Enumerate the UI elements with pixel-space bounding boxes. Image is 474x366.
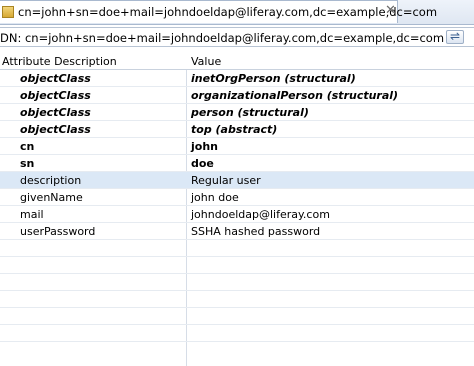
empty-row (0, 274, 474, 291)
edit-dn-button[interactable]: ⇌ (446, 29, 464, 44)
table-row[interactable]: objectClass top (abstract) (0, 121, 474, 138)
attribute-cell: objectClass (20, 72, 91, 85)
table-row[interactable]: mail johndoeldap@liferay.com (0, 206, 474, 223)
editor-tab-bar: cn=john+sn=doe+mail=johndoeldap@liferay.… (0, 0, 474, 25)
empty-row (0, 308, 474, 325)
table-row[interactable]: givenName john doe (0, 189, 474, 206)
table-row-selected[interactable]: description Regular user (0, 172, 474, 189)
table-row[interactable]: objectClass inetOrgPerson (structural) (0, 70, 474, 87)
dn-label: DN: cn=john+sn=doe+mail=johndoeldap@life… (0, 31, 445, 45)
attribute-cell: mail (20, 208, 44, 221)
header-attribute-description[interactable]: Attribute Description (2, 55, 117, 68)
attribute-cell: givenName (20, 191, 83, 204)
empty-row (0, 291, 474, 308)
entry-icon (2, 6, 14, 18)
table-header: Attribute Description Value (0, 52, 474, 70)
empty-row (0, 257, 474, 274)
table-row[interactable]: objectClass organizationalPerson (struct… (0, 87, 474, 104)
value-cell[interactable]: inetOrgPerson (structural) (191, 72, 356, 85)
dn-bar: DN: cn=john+sn=doe+mail=johndoeldap@life… (0, 27, 474, 47)
value-cell[interactable]: SSHA hashed password (191, 225, 320, 238)
attribute-cell: objectClass (20, 89, 91, 102)
table-row[interactable]: userPassword SSHA hashed password (0, 223, 474, 240)
close-icon[interactable]: ✕ (385, 3, 396, 19)
attribute-cell: userPassword (20, 225, 96, 238)
value-cell[interactable]: organizationalPerson (structural) (191, 89, 398, 102)
empty-row (0, 325, 474, 342)
attribute-cell: description (20, 174, 82, 187)
attribute-cell: objectClass (20, 123, 91, 136)
value-cell[interactable]: john doe (191, 191, 239, 204)
attribute-cell: sn (20, 157, 35, 170)
value-cell[interactable]: top (abstract) (191, 123, 277, 136)
value-cell[interactable]: john (191, 140, 218, 153)
table-row[interactable]: sn doe (0, 155, 474, 172)
value-cell[interactable]: johndoeldap@liferay.com (191, 208, 330, 221)
header-value[interactable]: Value (191, 55, 221, 68)
table-row[interactable]: cn john (0, 138, 474, 155)
attribute-table: Attribute Description Value objectClass … (0, 52, 474, 366)
table-row[interactable]: objectClass person (structural) (0, 104, 474, 121)
value-cell[interactable]: person (structural) (191, 106, 309, 119)
empty-row (0, 240, 474, 257)
value-cell[interactable]: Regular user (191, 174, 261, 187)
entry-editor-tab[interactable]: cn=john+sn=doe+mail=johndoeldap@liferay.… (0, 0, 437, 23)
edit-dn-icon: ⇌ (450, 29, 461, 43)
attribute-cell: objectClass (20, 106, 91, 119)
value-cell[interactable]: doe (191, 157, 214, 170)
attribute-cell: cn (20, 140, 35, 153)
tab-title: cn=john+sn=doe+mail=johndoeldap@liferay.… (18, 5, 438, 19)
